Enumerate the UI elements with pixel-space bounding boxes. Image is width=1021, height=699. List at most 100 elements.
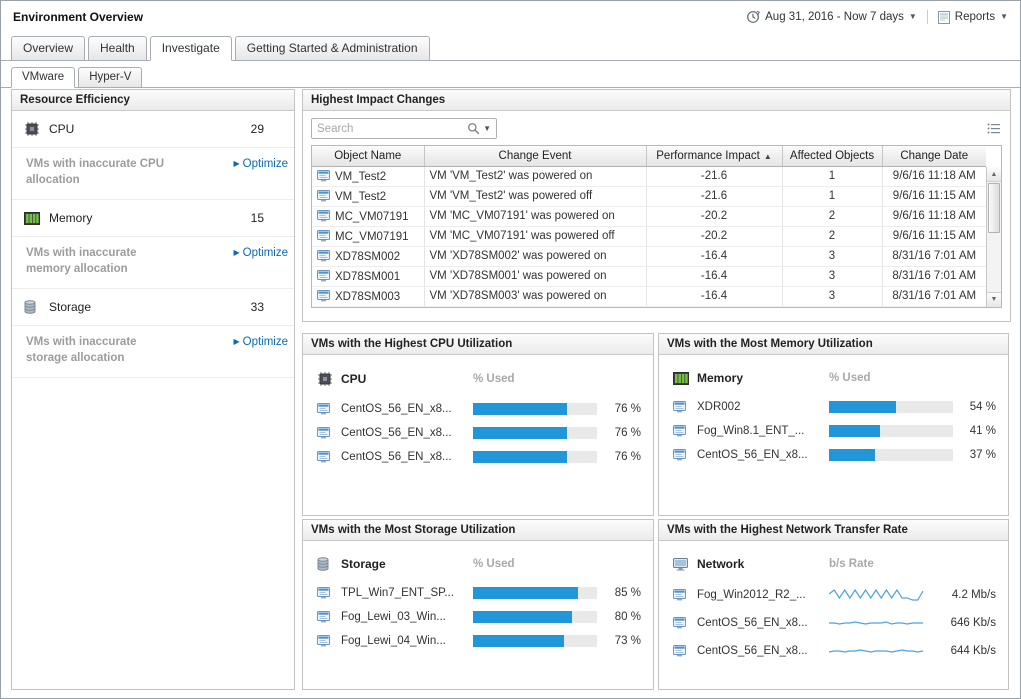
change-date-cell: 8/31/16 7:01 AM	[882, 286, 986, 306]
vm-metric-row[interactable]: XDR00254 %	[673, 401, 996, 413]
vm-metric-row[interactable]: Fog_Lewi_03_Win... 80 %	[317, 611, 641, 623]
memory-metric-row[interactable]: Memory 15	[12, 200, 294, 237]
storage-optimize-link[interactable]: ▶Optimize	[233, 335, 288, 348]
table-customizer-icon[interactable]	[985, 121, 1002, 136]
vm-name: Fog_Win2012_R2_...	[697, 589, 829, 601]
cpu-metric-row[interactable]: CPU 29	[12, 111, 294, 148]
affected-objects-cell: 2	[782, 226, 882, 246]
vm-metric-row[interactable]: Fog_Win8.1_ENT_...41 %	[673, 425, 996, 437]
tab-investigate[interactable]: Investigate	[150, 36, 232, 61]
changes-toolbar: ▼	[303, 111, 1010, 145]
usage-bar	[473, 427, 597, 439]
vm-metric-row[interactable]: CentOS_56_EN_x8...646 Kb/s	[673, 615, 996, 631]
time-range-label: Aug 31, 2016 - Now 7 days	[765, 11, 904, 23]
object-name-cell: VM_Test2	[312, 186, 424, 206]
performance-impact-cell: -16.4	[646, 266, 782, 286]
storage-metric-row[interactable]: Storage 33	[12, 289, 294, 326]
vm-name: CentOS_56_EN_x8...	[341, 451, 473, 463]
change-row[interactable]: MC_VM07191VM 'MC_VM07191' was powered of…	[312, 226, 986, 246]
usage-bar-fill	[473, 403, 567, 415]
vm-metric-row[interactable]: CentOS_56_EN_x8... 76 %	[317, 403, 641, 415]
time-range-icon	[746, 10, 760, 24]
chevron-down-icon: ▼	[909, 13, 917, 21]
column-header-performance-impact[interactable]: Performance Impact▲	[646, 146, 782, 166]
change-row[interactable]: VM_Test2VM 'VM_Test2' was powered on-21.…	[312, 166, 986, 186]
cpu-optimize-row: VMs with inaccurate CPU allocation ▶Opti…	[12, 148, 294, 200]
main-tab-bar: Overview Health Investigate Getting Star…	[1, 35, 1020, 61]
vertical-scrollbar[interactable]: ▲ ▼	[986, 167, 1001, 307]
change-row[interactable]: XD78SM001VM 'XD78SM001' was powered on-1…	[312, 266, 986, 286]
usage-bar-fill	[473, 587, 578, 599]
vm-name: TPL_Win7_ENT_SP...	[341, 587, 473, 599]
cpu-optimize-link[interactable]: ▶Optimize	[233, 157, 288, 170]
tab-health[interactable]: Health	[88, 36, 147, 61]
divider	[927, 10, 928, 24]
memory-value: 15	[251, 211, 264, 225]
cpu-icon	[317, 371, 334, 387]
resource-efficiency-panel: Resource Efficiency CPU 29 VMs with inac…	[11, 89, 295, 690]
object-name-cell: XD78SM002	[312, 246, 424, 266]
vm-icon	[317, 587, 334, 599]
vm-metric-row[interactable]: CentOS_56_EN_x8...76 %	[317, 427, 641, 439]
metric-value: 76 %	[609, 403, 641, 415]
memory-optimize-link[interactable]: ▶Optimize	[233, 246, 288, 259]
topbar: Environment Overview Aug 31, 2016 - Now …	[1, 1, 1020, 33]
metric-value: 37 %	[964, 449, 996, 461]
vm-metric-row[interactable]: Fog_Win2012_R2_...4.2 Mb/s	[673, 587, 996, 603]
network-sparkline	[829, 615, 925, 631]
vm-metric-row[interactable]: Fog_Lewi_04_Win...73 %	[317, 635, 641, 647]
column-header-change-event[interactable]: Change Event	[424, 146, 646, 166]
vm-icon	[317, 290, 330, 302]
vm-icon	[673, 617, 690, 629]
performance-impact-cell: -21.6	[646, 186, 782, 206]
cpu-utilization-panel: VMs with the Highest CPU Utilization CPU…	[302, 333, 654, 516]
search-options-chevron-icon[interactable]: ▼	[483, 125, 491, 133]
usage-bar	[473, 635, 597, 647]
metric-value: 76 %	[609, 427, 641, 439]
storage-value: 33	[251, 300, 264, 314]
cpu-subtext: VMs with inaccurate CPU allocation	[26, 157, 178, 188]
scroll-down-icon[interactable]: ▼	[987, 292, 1001, 307]
change-row[interactable]: XD78SM003VM 'XD78SM003' was powered on-1…	[312, 286, 986, 306]
scrollbar-thumb[interactable]	[988, 183, 1000, 233]
network-transfer-panel: VMs with the Highest Network Transfer Ra…	[658, 519, 1009, 690]
performance-impact-cell: -16.4	[646, 286, 782, 306]
sub-tab-bar: VMware Hyper-V	[1, 66, 1020, 88]
metric-value: 646 Kb/s	[945, 617, 996, 629]
change-row[interactable]: XD78SM002VM 'XD78SM002' was powered on-1…	[312, 246, 986, 266]
storage-label: Storage	[49, 300, 91, 314]
vm-name: Fog_Lewi_03_Win...	[341, 611, 473, 623]
vm-metric-row[interactable]: CentOS_56_EN_x8...76 %	[317, 451, 641, 463]
metric-value: 54 %	[964, 401, 996, 413]
metric-value: 80 %	[609, 611, 641, 623]
scroll-up-icon[interactable]: ▲	[987, 167, 1001, 182]
vm-metric-row[interactable]: CentOS_56_EN_x8...644 Kb/s	[673, 643, 996, 659]
vm-name: CentOS_56_EN_x8...	[341, 403, 473, 415]
column-header-change-date[interactable]: Change Date	[882, 146, 986, 166]
search-box[interactable]: ▼	[311, 118, 497, 139]
column-header-affected-objects[interactable]: Affected Objects	[782, 146, 882, 166]
panel-title: VMs with the Highest CPU Utilization	[303, 334, 653, 355]
search-input[interactable]	[317, 123, 464, 135]
panel-title: Resource Efficiency	[12, 90, 294, 111]
tab-getting-started-administration[interactable]: Getting Started & Administration	[235, 36, 430, 61]
change-row[interactable]: VM_Test2VM 'VM_Test2' was powered off-21…	[312, 186, 986, 206]
tab-overview[interactable]: Overview	[11, 36, 85, 61]
usage-bar-fill	[829, 401, 896, 413]
vm-metric-row[interactable]: TPL_Win7_ENT_SP...85 %	[317, 587, 641, 599]
reports-button[interactable]: Reports ▼	[938, 11, 1008, 24]
search-icon[interactable]	[467, 122, 480, 135]
vm-icon	[673, 589, 690, 601]
metric-value: 644 Kb/s	[945, 645, 996, 657]
change-event-cell: VM 'MC_VM07191' was powered off	[424, 226, 646, 246]
reports-label: Reports	[955, 11, 995, 23]
vm-metric-row[interactable]: CentOS_56_EN_x8...37 %	[673, 449, 996, 461]
memory-icon	[673, 372, 690, 385]
panel-title: VMs with the Most Memory Utilization	[659, 334, 1008, 355]
change-row[interactable]: MC_VM07191VM 'MC_VM07191' was powered on…	[312, 206, 986, 226]
column-header-object-name[interactable]: Object Name	[312, 146, 424, 166]
tab-hyperv[interactable]: Hyper-V	[78, 67, 142, 88]
time-range-control[interactable]: Aug 31, 2016 - Now 7 days ▼	[746, 10, 917, 24]
tab-vmware[interactable]: VMware	[11, 67, 75, 88]
play-icon: ▶	[233, 338, 239, 346]
